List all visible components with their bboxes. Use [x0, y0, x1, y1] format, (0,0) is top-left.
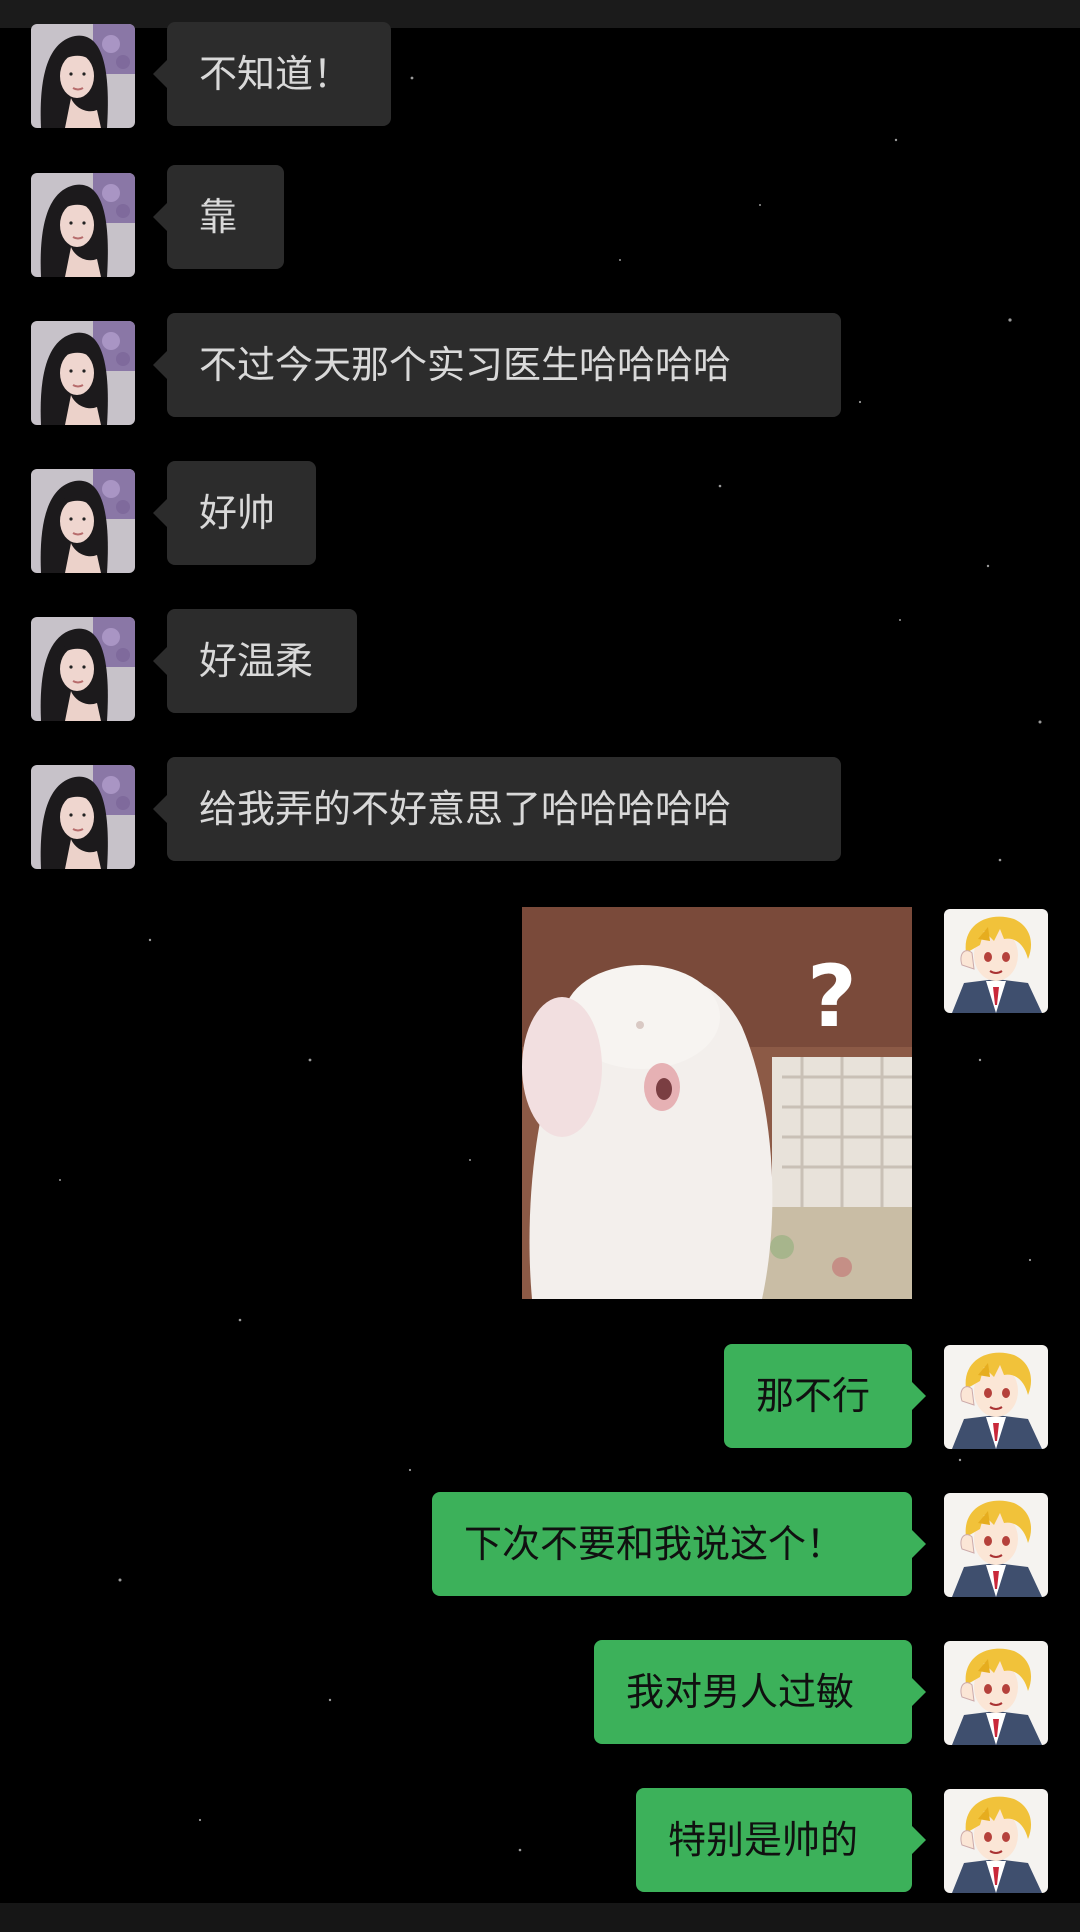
bottom-edge-bar [0, 1903, 1080, 1932]
outgoing-message-bubble[interactable]: 那不行 [724, 1344, 926, 1448]
contact-avatar[interactable] [31, 617, 135, 721]
girl-portrait-icon [31, 765, 135, 869]
anime-boy-icon [944, 1345, 1048, 1449]
self-avatar[interactable] [944, 1493, 1048, 1597]
contact-avatar[interactable] [31, 173, 135, 277]
anime-boy-icon [944, 1641, 1048, 1745]
chat-message-row: 靠 [0, 165, 1080, 285]
top-edge-bar [0, 0, 1080, 28]
chat-message-row: 不过今天那个实习医生哈哈哈哈 [0, 313, 1080, 433]
self-avatar[interactable] [944, 1789, 1048, 1893]
girl-portrait-icon [31, 321, 135, 425]
self-avatar[interactable] [944, 909, 1048, 1013]
sticker-question-mark: ? [807, 947, 857, 1047]
outgoing-message-bubble[interactable]: 我对男人过敏 [594, 1640, 926, 1744]
incoming-message-bubble[interactable]: 不知道！ [153, 22, 391, 126]
chat-message-row: 那不行 [0, 1344, 1080, 1464]
contact-avatar[interactable] [31, 24, 135, 128]
contact-avatar[interactable] [31, 765, 135, 869]
chat-message-row: 下次不要和我说这个！ [0, 1492, 1080, 1612]
outgoing-message-bubble[interactable]: 下次不要和我说这个！ [432, 1492, 926, 1596]
anime-boy-icon [944, 909, 1048, 1013]
self-avatar[interactable] [944, 1641, 1048, 1745]
incoming-message-bubble[interactable]: 好温柔 [153, 609, 357, 713]
chat-message-row: 我对男人过敏 [0, 1640, 1080, 1760]
chat-message-row: ? [0, 907, 1080, 1299]
rabbit-sticker-image[interactable]: ? [522, 907, 912, 1299]
incoming-message-bubble[interactable]: 好帅 [153, 461, 316, 565]
chat-message-row: 不知道！ [0, 22, 1080, 148]
contact-avatar[interactable] [31, 321, 135, 425]
chat-message-row: 特别是帅的 [0, 1788, 1080, 1908]
outgoing-message-bubble[interactable]: 特别是帅的 [636, 1788, 926, 1892]
self-avatar[interactable] [944, 1345, 1048, 1449]
girl-portrait-icon [31, 24, 135, 128]
anime-boy-icon [944, 1493, 1048, 1597]
incoming-message-bubble[interactable]: 给我弄的不好意思了哈哈哈哈哈 [153, 757, 841, 861]
girl-portrait-icon [31, 173, 135, 277]
contact-avatar[interactable] [31, 469, 135, 573]
chat-message-row: 好帅 [0, 461, 1080, 581]
chat-message-row: 给我弄的不好意思了哈哈哈哈哈 [0, 757, 1080, 877]
girl-portrait-icon [31, 617, 135, 721]
girl-portrait-icon [31, 469, 135, 573]
incoming-message-bubble[interactable]: 靠 [153, 165, 284, 269]
chat-message-row: 好温柔 [0, 609, 1080, 729]
incoming-message-bubble[interactable]: 不过今天那个实习医生哈哈哈哈 [153, 313, 841, 417]
anime-boy-icon [944, 1789, 1048, 1893]
